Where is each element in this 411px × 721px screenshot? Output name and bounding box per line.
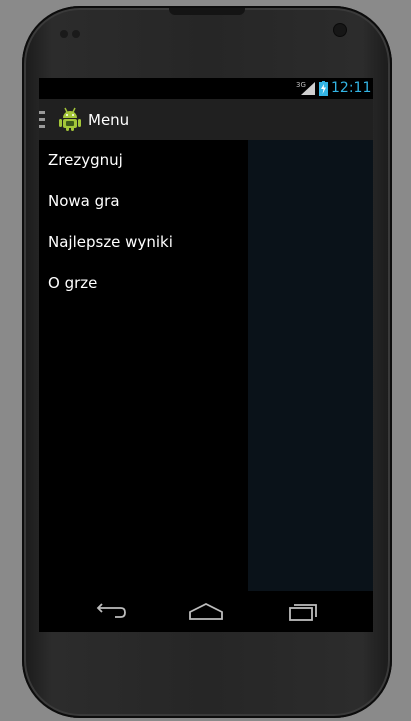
android-app-icon[interactable] (59, 107, 81, 131)
menu-item-zrezygnuj[interactable]: Zrezygnuj (39, 140, 248, 181)
drawer-indicator-icon[interactable] (39, 111, 45, 129)
action-bar: Menu (39, 99, 373, 141)
detail-panel (248, 140, 373, 591)
menu-item-najlepsze-wyniki[interactable]: Najlepsze wyniki (39, 222, 248, 263)
proximity-sensor (60, 30, 86, 38)
menu-item-nowa-gra[interactable]: Nowa gra (39, 181, 248, 222)
earpiece-speaker (169, 8, 245, 15)
back-icon[interactable] (89, 599, 129, 625)
battery-charging-icon (319, 81, 328, 96)
status-bar: 3G 12:11 (39, 78, 373, 99)
menu-item-o-grze[interactable]: O grze (39, 263, 248, 304)
menu-list: Zrezygnuj Nowa gra Najlepsze wyniki O gr… (39, 140, 248, 591)
navigation-bar (39, 591, 373, 632)
home-icon[interactable] (186, 599, 226, 625)
screen: 3G 12:11 Menu Zrezygnuj Nowa gra Najleps… (39, 78, 373, 632)
front-camera (334, 24, 346, 36)
clock: 12:11 (331, 80, 372, 96)
content-area: Zrezygnuj Nowa gra Najlepsze wyniki O gr… (39, 140, 373, 591)
recent-apps-icon[interactable] (283, 599, 323, 625)
action-bar-title: Menu (88, 111, 130, 129)
signal-icon (301, 82, 315, 95)
